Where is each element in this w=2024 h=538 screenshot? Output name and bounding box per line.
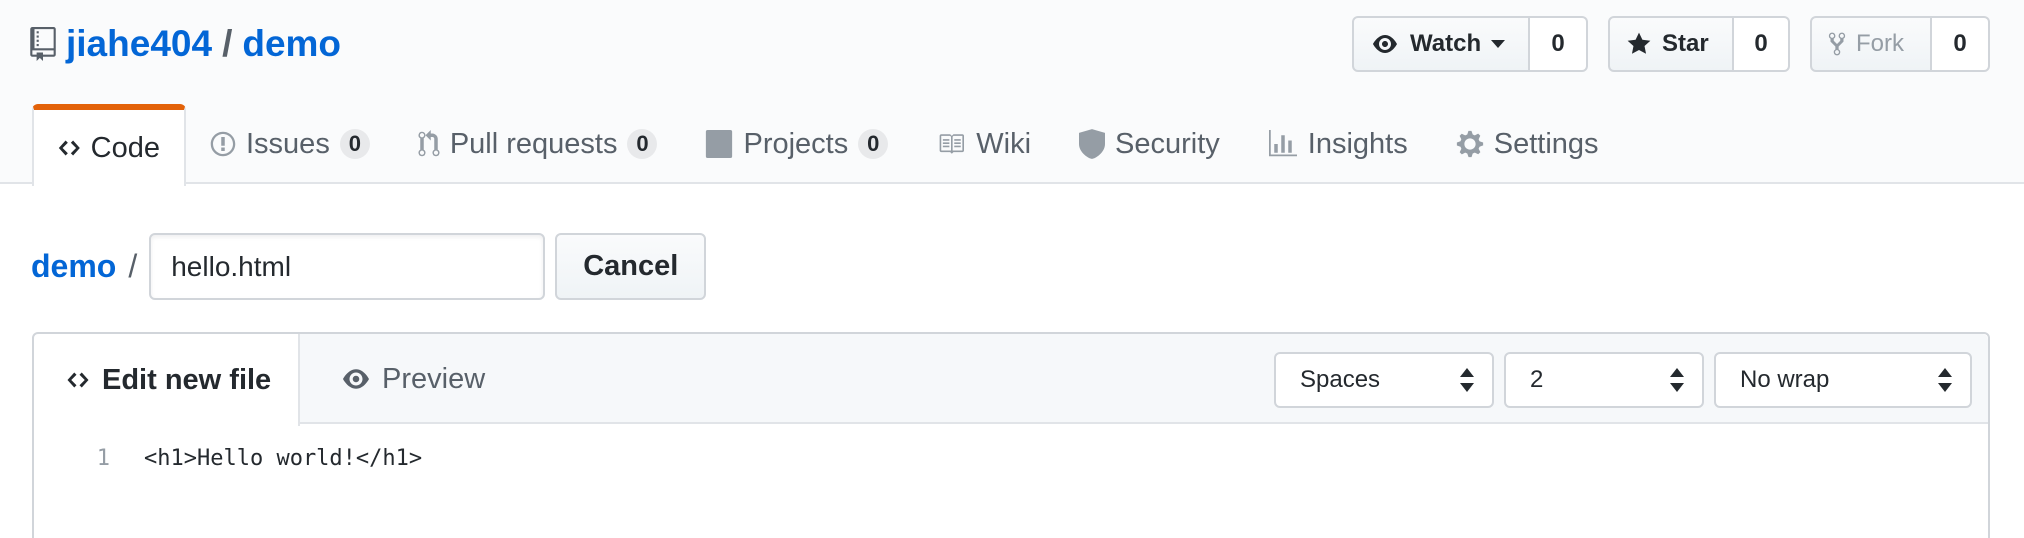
tab-edit-new-file[interactable]: Edit new file <box>34 334 300 426</box>
tab-pull-requests-label: Pull requests <box>449 127 618 160</box>
indent-size-value: 2 <box>1530 366 1544 393</box>
wrap-mode-value: No wrap <box>1740 366 1830 393</box>
code-area[interactable]: 1 <h1>Hello world!</h1> <box>34 424 1988 478</box>
git-pull-request-icon <box>418 130 440 157</box>
tab-code[interactable]: Code <box>32 104 186 186</box>
repo-header: jiahe404 / demo Watch 0 Star 0 Fork 0 Co… <box>0 0 2024 186</box>
pull-requests-counter: 0 <box>627 129 658 159</box>
eye-icon <box>343 369 369 389</box>
tab-edit-label: Edit new file <box>102 363 272 396</box>
fork-button[interactable]: Fork <box>1810 16 1932 72</box>
chevron-down-icon <box>1491 40 1506 48</box>
select-arrows-icon <box>1460 368 1474 392</box>
tab-issues[interactable]: Issues 0 <box>186 104 394 184</box>
editor-header: Edit new file Preview Spaces 2 No wrap <box>34 334 1988 426</box>
breadcrumb-separator: / <box>128 248 138 284</box>
repo-owner-link[interactable]: jiahe404 <box>66 23 212 65</box>
projects-counter: 0 <box>858 129 889 159</box>
shield-icon <box>1079 129 1106 159</box>
tab-code-label: Code <box>90 131 160 164</box>
tab-wiki[interactable]: Wiki <box>912 104 1055 184</box>
watch-group: Watch 0 <box>1352 16 1588 72</box>
filename-input[interactable] <box>149 233 546 300</box>
editor-options: Spaces 2 No wrap <box>1274 352 1972 408</box>
tab-projects[interactable]: Projects 0 <box>681 104 912 184</box>
tab-pull-requests[interactable]: Pull requests 0 <box>394 104 682 184</box>
indent-mode-select[interactable]: Spaces <box>1274 352 1494 408</box>
fork-group: Fork 0 <box>1810 16 1990 72</box>
wrap-mode-select[interactable]: No wrap <box>1714 352 1972 408</box>
gear-icon <box>1456 130 1483 158</box>
star-group: Star 0 <box>1608 16 1790 72</box>
tab-settings-label: Settings <box>1493 127 1599 160</box>
fork-count[interactable]: 0 <box>1932 16 1990 72</box>
project-icon <box>706 130 733 158</box>
watch-button[interactable]: Watch <box>1352 16 1530 72</box>
pagehead-actions: Watch 0 Star 0 Fork 0 <box>1352 16 1990 72</box>
code-icon <box>58 140 80 156</box>
tab-preview[interactable]: Preview <box>340 334 485 424</box>
indent-size-select[interactable]: 2 <box>1504 352 1704 408</box>
code-line: 1 <h1>Hello world!</h1> <box>34 438 1988 478</box>
tab-projects-label: Projects <box>743 127 849 160</box>
repo-nav: Code Issues 0 Pull requests 0 Projects 0… <box>32 104 1623 186</box>
indent-mode-value: Spaces <box>1300 366 1381 393</box>
code-icon <box>67 372 89 388</box>
fork-label: Fork <box>1856 30 1904 57</box>
issues-counter: 0 <box>339 129 370 159</box>
tab-insights[interactable]: Insights <box>1244 104 1432 184</box>
tab-issues-label: Issues <box>246 127 330 160</box>
star-label: Star <box>1662 30 1709 57</box>
eye-icon <box>1373 35 1397 53</box>
star-button[interactable]: Star <box>1608 16 1734 72</box>
breadcrumb-root-link[interactable]: demo <box>31 248 116 285</box>
repo-forked-icon <box>1828 32 1846 56</box>
repo-name-link[interactable]: demo <box>242 23 341 65</box>
tab-wiki-label: Wiki <box>976 127 1032 160</box>
line-number: 1 <box>96 445 110 471</box>
tab-preview-label: Preview <box>382 362 486 395</box>
tab-settings[interactable]: Settings <box>1432 104 1623 184</box>
select-arrows-icon <box>1938 368 1952 392</box>
tab-security[interactable]: Security <box>1055 104 1244 184</box>
tab-insights-label: Insights <box>1307 127 1408 160</box>
repo-title-separator: / <box>222 23 233 64</box>
repo-title: jiahe404 / demo <box>30 18 341 70</box>
select-arrows-icon <box>1670 368 1684 392</box>
tab-security-label: Security <box>1115 127 1220 160</box>
line-code[interactable]: <h1>Hello world!</h1> <box>110 446 422 471</box>
issue-opened-icon <box>210 131 236 157</box>
watch-count[interactable]: 0 <box>1530 16 1588 72</box>
graph-icon <box>1268 130 1297 157</box>
star-count[interactable]: 0 <box>1734 16 1790 72</box>
file-editor: Edit new file Preview Spaces 2 No wrap 1… <box>32 332 1990 538</box>
cancel-button[interactable]: Cancel <box>555 233 707 300</box>
breadcrumb: demo / Cancel <box>31 233 707 300</box>
repo-icon <box>30 27 56 61</box>
star-icon <box>1627 32 1651 54</box>
watch-label: Watch <box>1410 30 1482 57</box>
book-icon <box>939 134 965 154</box>
